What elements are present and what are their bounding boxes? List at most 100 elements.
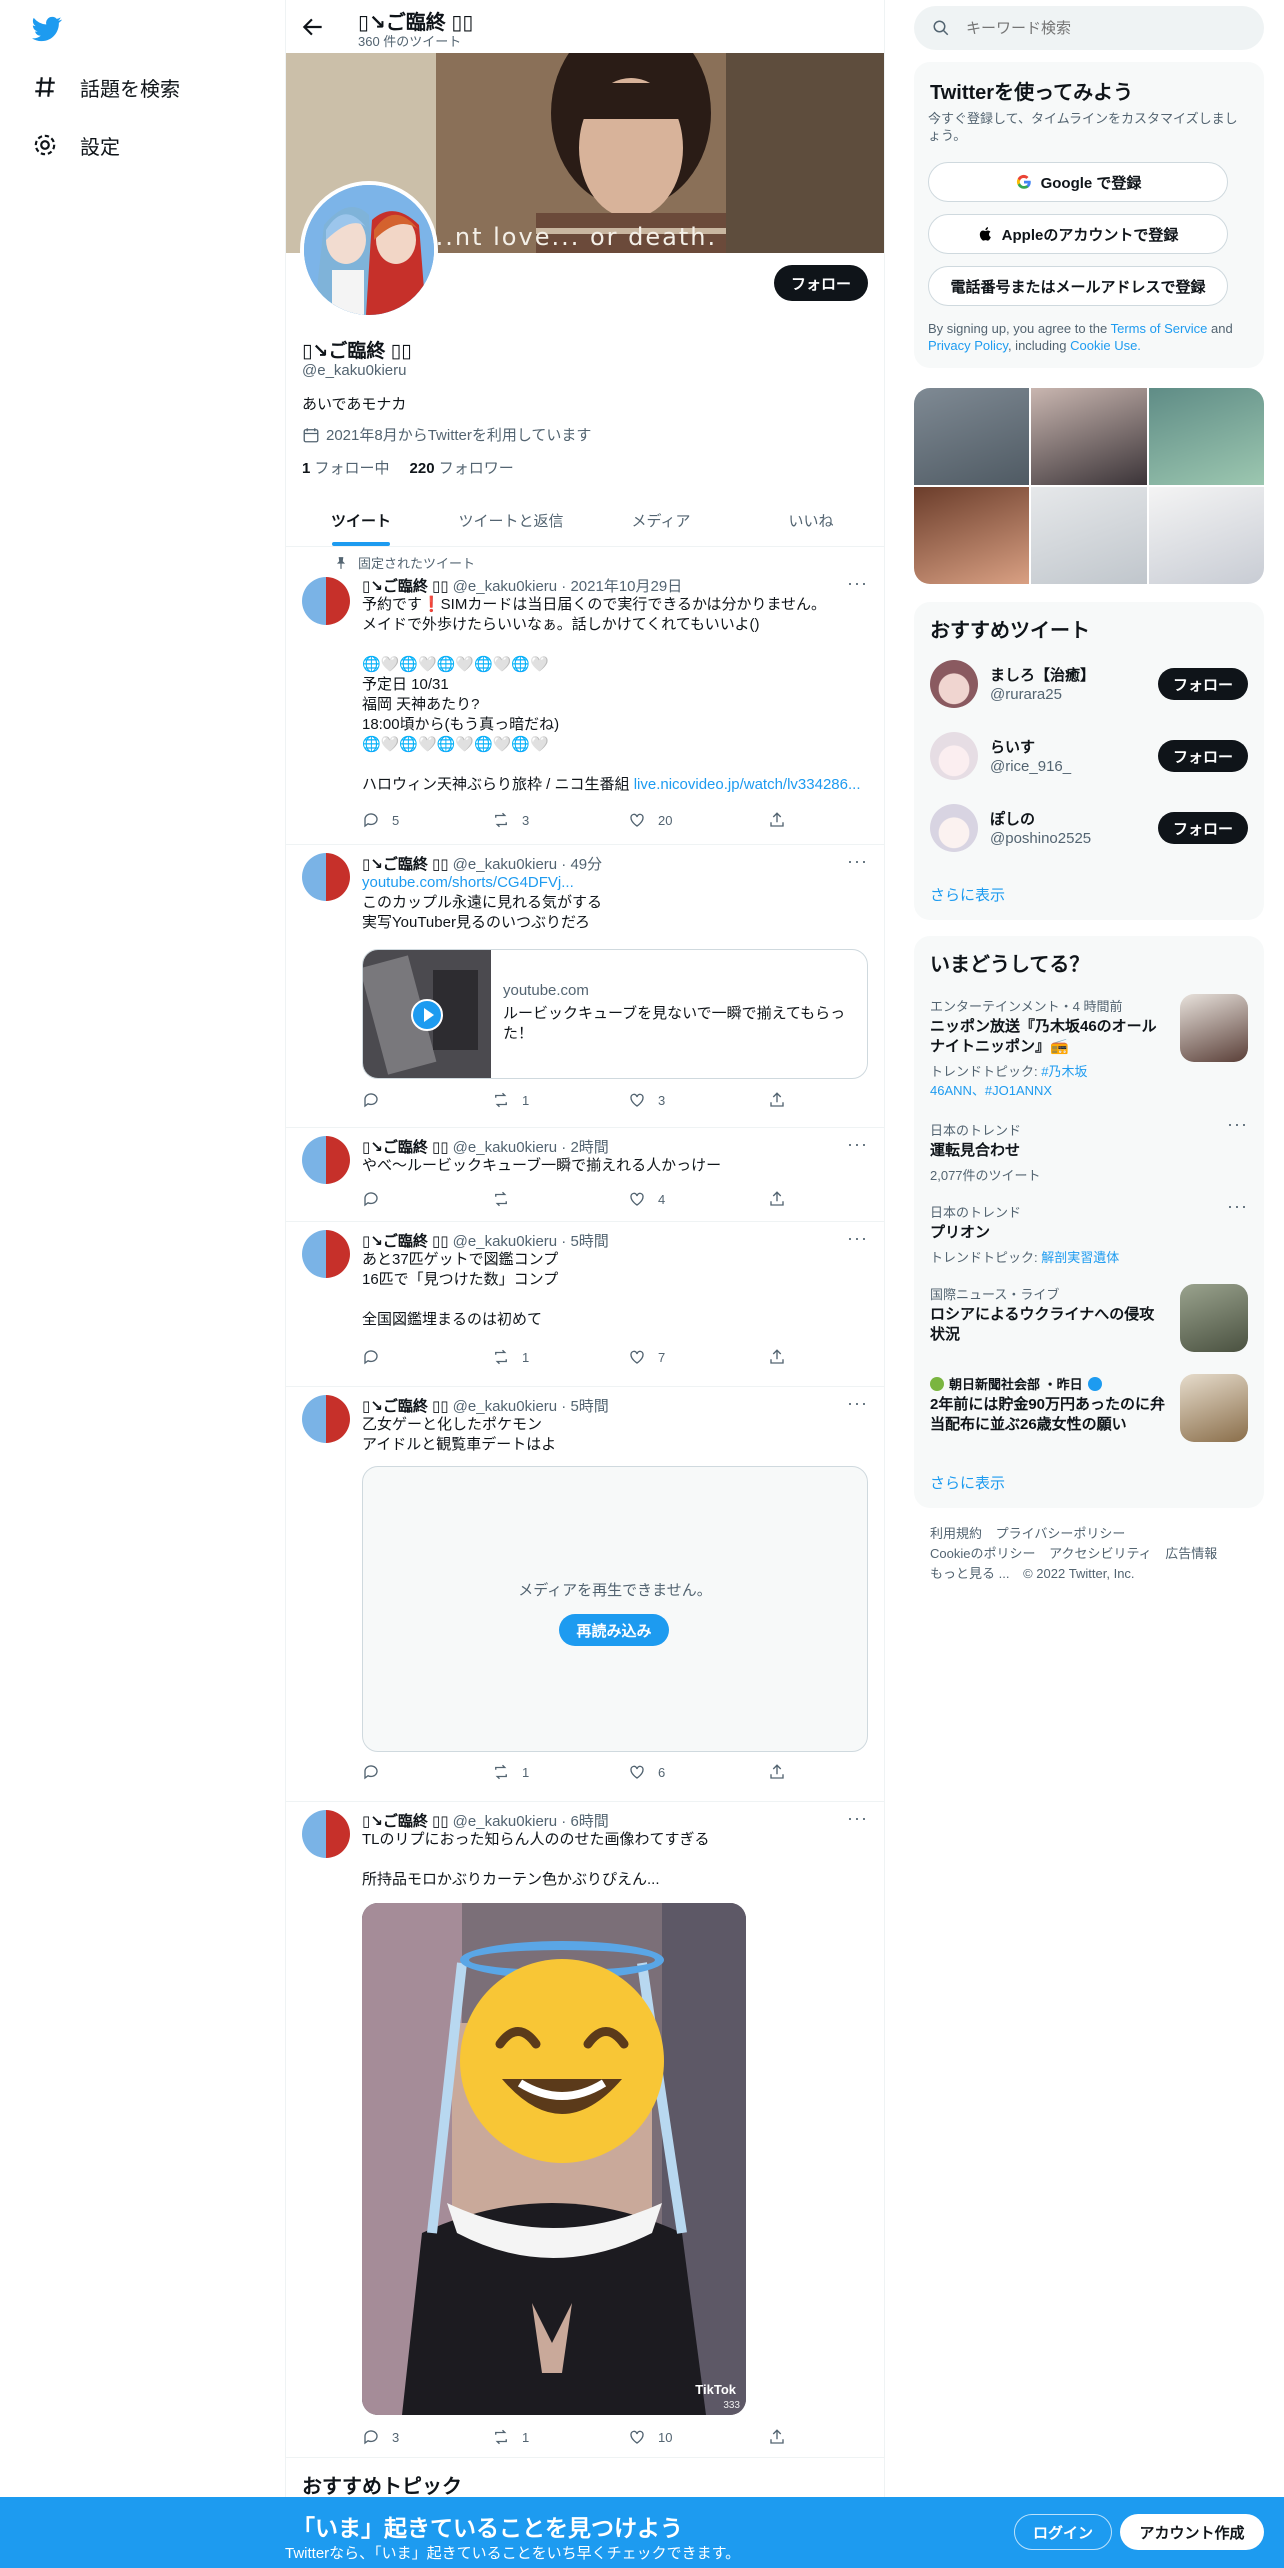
tweet-time[interactable]: 5時間 (570, 1233, 608, 1250)
like-button[interactable]: 6 (628, 1763, 665, 1781)
trend-item[interactable]: 日本のトレンド プリオン トレンドトピック: 解剖実習遺体 ··· (930, 1196, 1248, 1265)
google-signup-button[interactable]: Google で登録 (928, 162, 1228, 202)
tweet-time[interactable]: 5時間 (570, 1398, 608, 1415)
follow-button[interactable]: フォロー (1158, 668, 1248, 700)
retweet-button[interactable] (492, 1190, 522, 1208)
reply-button[interactable]: 5 (362, 811, 399, 829)
apple-signup-button[interactable]: Appleのアカウントで登録 (928, 214, 1228, 254)
more-icon[interactable]: ··· (847, 851, 868, 872)
cookie-link[interactable]: Cookie Use. (1070, 338, 1141, 353)
search-box[interactable] (914, 6, 1264, 50)
profile-follow-button[interactable]: フォロー (774, 265, 868, 301)
trends-show-more[interactable]: さらに表示 (930, 1472, 1005, 1493)
followers-stat[interactable]: 220 フォロワー (410, 457, 514, 478)
reply-button[interactable] (362, 1190, 392, 1208)
share-button[interactable] (768, 2428, 786, 2446)
login-button[interactable]: ログイン (1014, 2514, 1112, 2550)
tweet-time[interactable]: 2021年10月29日 (570, 578, 682, 595)
trend-item[interactable]: 朝日新聞社会部 ・昨日 2年前には貯金90万円あったのに弁当配布に並ぶ26歳女性… (930, 1374, 1248, 1444)
media-thumb[interactable] (1148, 487, 1264, 584)
retweet-button[interactable]: 3 (492, 811, 529, 829)
like-button[interactable]: 10 (628, 2428, 672, 2446)
search-input[interactable] (966, 19, 1226, 37)
tab-likes[interactable]: いいね (736, 494, 884, 546)
tweet-time[interactable]: 2時間 (570, 1139, 608, 1156)
trend-item[interactable]: エンターテインメント・4 時間前 ニッポン放送『乃木坂46のオールナイトニッポン… (930, 994, 1248, 1106)
tweet[interactable]: ▯↘ご臨終 ▯▯ @e_kaku0kieru · 2時間 ··· やべ〜ルービッ… (286, 1128, 884, 1222)
tweet-author-handle[interactable]: @e_kaku0kieru (453, 1398, 557, 1415)
play-icon[interactable] (411, 999, 443, 1031)
trend-sub-link[interactable]: 解剖実習遺体 (1041, 1250, 1119, 1265)
tweet-link[interactable]: live.nicovideo.jp/watch/lv334286... (634, 776, 861, 793)
avatar[interactable] (302, 1810, 350, 1858)
footer-more-link[interactable]: もっと見る ... (930, 1566, 1009, 1581)
suggested-user[interactable]: らいす @rice_916_ フォロー (930, 726, 1248, 786)
avatar[interactable] (302, 1136, 350, 1184)
share-button[interactable] (768, 1763, 786, 1781)
retweet-button[interactable]: 1 (492, 1348, 529, 1366)
tweet-pinned[interactable]: 固定されたツイート ▯↘ご臨終 ▯▯ @e_kaku0kieru · 2021年… (286, 547, 884, 845)
tweet-time[interactable]: 6時間 (570, 1813, 608, 1830)
reply-button[interactable] (362, 1763, 392, 1781)
footer-accessibility-link[interactable]: アクセシビリティ (1049, 1546, 1152, 1561)
like-button[interactable]: 20 (628, 811, 672, 829)
like-button[interactable]: 4 (628, 1190, 665, 1208)
avatar[interactable] (302, 1230, 350, 1278)
share-button[interactable] (768, 1091, 786, 1109)
back-arrow-icon[interactable] (300, 14, 326, 40)
tweet-author-name[interactable]: ▯↘ご臨終 ▯▯ (362, 1233, 449, 1250)
media-thumb[interactable] (1148, 388, 1264, 485)
nav-settings[interactable]: 設定 (32, 125, 120, 165)
media-thumb[interactable] (914, 487, 1030, 584)
reply-button[interactable] (362, 1348, 392, 1366)
tweet-photo[interactable]: TikTok 333 (362, 1903, 746, 2415)
reload-button[interactable]: 再読み込み (559, 1614, 669, 1646)
footer-terms-link[interactable]: 利用規約 (930, 1526, 982, 1541)
phone-email-signup-button[interactable]: 電話番号またはメールアドレスで登録 (928, 266, 1228, 306)
tweet-author-name[interactable]: ▯↘ご臨終 ▯▯ (362, 1139, 449, 1156)
tweet[interactable]: ▯↘ご臨終 ▯▯ @e_kaku0kieru · 5時間 ··· あと37匹ゲッ… (286, 1222, 884, 1387)
tweet[interactable]: ▯↘ご臨終 ▯▯ @e_kaku0kieru · 6時間 ··· TLのリプにお… (286, 1802, 884, 2458)
share-button[interactable] (768, 811, 786, 829)
suggested-user[interactable]: ぽしの @poshino2525 フォロー (930, 798, 1248, 858)
link-card[interactable]: youtube.com ルービックキューブを見ないで一瞬で揃えてもらった！ (362, 949, 868, 1079)
more-icon[interactable]: ··· (1227, 1196, 1248, 1217)
tweet-author-name[interactable]: ▯↘ご臨終 ▯▯ (362, 1398, 449, 1415)
avatar[interactable] (302, 853, 350, 901)
avatar[interactable] (302, 1395, 350, 1443)
tweet-author-handle[interactable]: @e_kaku0kieru (453, 578, 557, 595)
tweet-author-handle[interactable]: @e_kaku0kieru (453, 856, 557, 873)
more-icon[interactable]: ··· (847, 1228, 868, 1249)
tweet-link[interactable]: youtube.com/shorts/CG4DFVj... (362, 873, 867, 893)
privacy-link[interactable]: Privacy Policy (928, 338, 1008, 353)
share-button[interactable] (768, 1190, 786, 1208)
tab-tweets[interactable]: ツイート (286, 494, 436, 546)
profile-avatar[interactable] (300, 181, 438, 319)
tweet-time[interactable]: 49分 (570, 856, 602, 873)
terms-link[interactable]: Terms of Service (1111, 321, 1208, 336)
following-stat[interactable]: 1 フォロー中 (302, 457, 390, 478)
media-thumb[interactable] (914, 388, 1030, 485)
retweet-button[interactable]: 1 (492, 1091, 529, 1109)
tweet-author-handle[interactable]: @e_kaku0kieru (453, 1139, 557, 1156)
tweet-author-name[interactable]: ▯↘ご臨終 ▯▯ (362, 578, 449, 595)
avatar[interactable] (302, 577, 350, 625)
more-icon[interactable]: ··· (847, 1393, 868, 1414)
tab-tweets-replies[interactable]: ツイートと返信 (436, 494, 586, 546)
footer-privacy-link[interactable]: プライバシーポリシー (996, 1526, 1126, 1541)
share-button[interactable] (768, 1348, 786, 1366)
tweet[interactable]: ▯↘ご臨終 ▯▯ @e_kaku0kieru · 5時間 ··· 乙女ゲーと化し… (286, 1387, 884, 1802)
reply-button[interactable] (362, 1091, 392, 1109)
reply-button[interactable]: 3 (362, 2428, 399, 2446)
follow-button[interactable]: フォロー (1158, 740, 1248, 772)
trend-item[interactable]: 国際ニュース・ライブ ロシアによるウクライナへの侵攻状況 (930, 1284, 1248, 1354)
footer-ads-link[interactable]: 広告情報 (1165, 1546, 1217, 1561)
follow-button[interactable]: フォロー (1158, 812, 1248, 844)
tweet[interactable]: ▯↘ご臨終 ▯▯ @e_kaku0kieru · 49分 ··· youtube… (286, 845, 884, 1128)
like-button[interactable]: 3 (628, 1091, 665, 1109)
tweet-author-name[interactable]: ▯↘ご臨終 ▯▯ (362, 1813, 449, 1830)
footer-cookie-link[interactable]: Cookieのポリシー (930, 1546, 1035, 1561)
twitter-logo-icon[interactable] (30, 14, 64, 44)
tweet-author-handle[interactable]: @e_kaku0kieru (453, 1233, 557, 1250)
suggested-user[interactable]: ましろ【治癒】 @rurara25 フォロー (930, 654, 1248, 714)
